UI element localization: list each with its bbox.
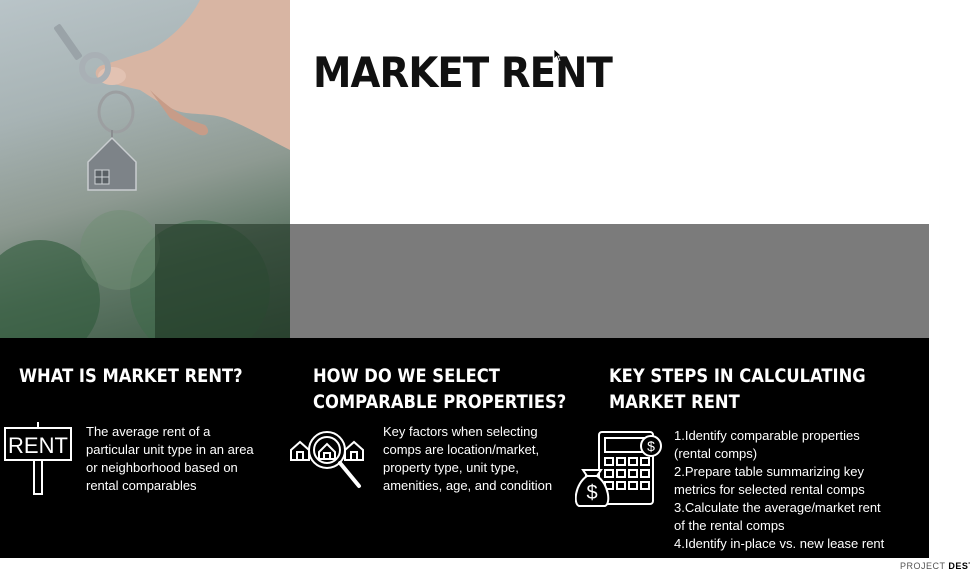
col1-description: The average rent of a particular unit ty… (86, 424, 254, 493)
mouse-cursor-icon (553, 48, 563, 62)
footer-brand: PROJECT DESTIN (900, 561, 970, 571)
photo-overlay-block (155, 224, 290, 338)
gray-accent-band (290, 224, 929, 338)
footer-brand-name: DESTIN (948, 561, 970, 571)
calculator-money-bag-icon: $ $ (574, 430, 667, 515)
svg-text:$: $ (647, 438, 655, 454)
svg-text:$: $ (586, 482, 597, 504)
col2-description: Key factors when selecting comps are loc… (383, 424, 553, 493)
col1-heading: WHAT IS MARKET RENT? (19, 365, 243, 387)
house-search-icon (289, 428, 369, 497)
col3-heading: KEY STEPS IN CALCULATING MARKET RENT (609, 365, 866, 413)
rent-sign-text: RENT (8, 433, 68, 458)
rent-sign-icon: RENT (4, 422, 72, 501)
col2-heading: HOW DO WE SELECT COMPARABLE PROPERTIES? (313, 365, 567, 413)
slide-title: MARKET RENT (313, 48, 613, 97)
col3-steps-list: 1.Identify comparable properties (rental… (674, 428, 885, 551)
